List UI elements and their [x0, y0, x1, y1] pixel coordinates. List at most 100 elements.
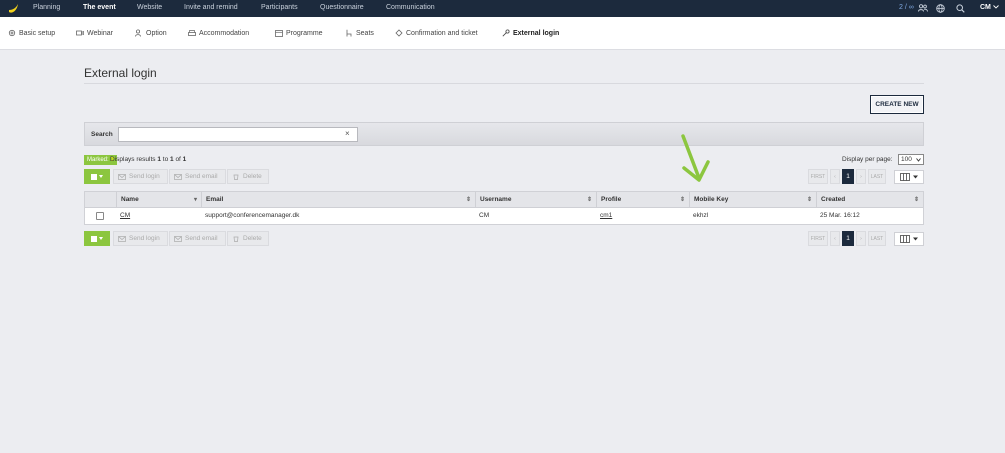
tab-option[interactable]: Option	[135, 29, 167, 37]
globe-icon[interactable]	[936, 4, 945, 13]
tab-webinar[interactable]: Webinar	[76, 29, 113, 37]
caret-down-icon	[99, 175, 103, 178]
nav-website[interactable]: Website	[137, 4, 162, 11]
prev-page-button[interactable]: ‹	[830, 169, 840, 184]
send-email-label: Send email	[185, 173, 218, 180]
table-header: Name ▾ Email ⇕ Username ⇕ Profile ⇕ Mobile K…	[85, 192, 923, 208]
envelope-icon	[174, 235, 182, 242]
search-input[interactable]	[118, 127, 358, 142]
current-page[interactable]: 1	[842, 169, 854, 184]
ticket-icon	[395, 29, 403, 37]
send-login-label: Send login	[129, 235, 160, 242]
results-to: 1	[170, 156, 174, 163]
tab-programme[interactable]: Programme	[275, 29, 323, 37]
nav-invite-and-remind[interactable]: Invite and remind	[184, 4, 238, 11]
send-login-button[interactable]: Send login	[113, 169, 168, 184]
sort-icon: ⇕	[586, 197, 592, 203]
current-page[interactable]: 1	[842, 231, 854, 246]
delete-button[interactable]: Delete	[227, 169, 269, 184]
next-page-button[interactable]: ›	[856, 231, 866, 246]
header-profile[interactable]: Profile ⇕	[596, 192, 689, 208]
users-icon[interactable]	[918, 4, 928, 12]
select-all-dropdown[interactable]	[84, 169, 110, 184]
table-row[interactable]: CM support@conferencemanager.dk CM cm1 e…	[85, 208, 923, 224]
search-icon[interactable]	[956, 4, 965, 13]
cell-name[interactable]: CM	[116, 208, 130, 224]
prev-page-button[interactable]: ‹	[830, 231, 840, 246]
search-bar: Search ×	[84, 122, 924, 146]
top-navigation: Planning The event Website Invite and re…	[0, 0, 1005, 17]
tab-label: Option	[146, 29, 167, 37]
nav-communication[interactable]: Communication	[386, 4, 435, 11]
tab-external-login[interactable]: External login	[502, 29, 559, 37]
select-all-dropdown[interactable]	[84, 231, 110, 246]
header-username[interactable]: Username ⇕	[475, 192, 596, 208]
chevron-down-icon	[913, 237, 918, 241]
send-email-button[interactable]: Send email	[169, 169, 226, 184]
header-label: Email	[206, 196, 224, 203]
per-page-value: 100	[901, 156, 912, 163]
cell-created: 25 Mar. 16:12	[820, 212, 860, 219]
header-email[interactable]: Email ⇕	[201, 192, 475, 208]
nav-planning[interactable]: Planning	[33, 4, 60, 11]
delete-label: Delete	[243, 173, 262, 180]
caret-down-icon	[99, 237, 103, 240]
video-icon	[76, 30, 84, 36]
last-page-button[interactable]: LAST	[868, 169, 886, 184]
trash-icon	[233, 174, 239, 180]
tab-accommodation[interactable]: Accommodation	[188, 29, 249, 37]
tab-label: Basic setup	[19, 29, 56, 37]
results-total: 1	[182, 156, 187, 163]
first-page-button[interactable]: FIRST	[808, 231, 828, 246]
cell-mobile-key: ekhzl	[693, 212, 709, 219]
last-page-button[interactable]: LAST	[868, 231, 886, 246]
marked-label: Marked:	[87, 157, 109, 163]
seat-icon	[346, 29, 352, 37]
sort-icon: ⇕	[913, 197, 919, 203]
columns-icon	[900, 173, 910, 181]
header-name[interactable]: Name ▾	[116, 192, 201, 208]
nav-the-event[interactable]: The event	[83, 4, 116, 11]
banana-logo-icon[interactable]	[7, 3, 19, 14]
envelope-icon	[118, 235, 126, 242]
header-created[interactable]: Created ⇕	[816, 192, 923, 208]
first-page-button[interactable]: FIRST	[808, 169, 828, 184]
header-select	[85, 192, 116, 208]
chevron-down-icon	[993, 5, 999, 9]
cell-email: support@conferencemanager.dk	[205, 212, 300, 219]
sort-down-icon: ▾	[193, 197, 197, 203]
create-new-button[interactable]: CREATE NEW	[870, 95, 924, 114]
green-arrow-annotation-icon	[681, 134, 710, 182]
sub-navigation: Basic setup Webinar Option Accommodation…	[0, 17, 1005, 50]
sort-icon: ⇕	[465, 197, 471, 203]
header-mobile-key[interactable]: Mobile Key ⇕	[689, 192, 816, 208]
results-to-word: to	[162, 156, 169, 163]
top-toolbar: Send login Send email Delete FIRST ‹ 1 ›…	[84, 169, 924, 184]
checkbox-icon	[91, 235, 97, 242]
tab-confirmation-and-ticket[interactable]: Confirmation and ticket	[395, 29, 478, 37]
tab-label: Accommodation	[199, 29, 250, 37]
cell-profile[interactable]: cm1	[596, 208, 612, 224]
send-email-button[interactable]: Send email	[169, 231, 226, 246]
tab-label: Confirmation and ticket	[406, 29, 478, 37]
column-chooser-button[interactable]	[894, 232, 924, 246]
row-checkbox[interactable]	[96, 212, 104, 220]
tab-seats[interactable]: Seats	[345, 29, 374, 37]
per-page-select[interactable]: 100	[898, 154, 924, 165]
header-label: Profile	[601, 196, 622, 203]
column-chooser-button[interactable]	[894, 170, 924, 184]
clear-search-icon[interactable]: ×	[345, 130, 350, 138]
header-label: Mobile Key	[694, 196, 729, 203]
nav-participants[interactable]: Participants	[261, 4, 298, 11]
nav-questionnaire[interactable]: Questionnaire	[320, 4, 364, 11]
sort-icon: ⇕	[806, 197, 812, 203]
send-login-button[interactable]: Send login	[113, 231, 168, 246]
tab-label: External login	[513, 29, 560, 37]
bottom-toolbar: Send login Send email Delete FIRST ‹ 1 ›…	[84, 231, 924, 246]
delete-button[interactable]: Delete	[227, 231, 269, 246]
tab-basic-setup[interactable]: Basic setup	[8, 29, 55, 37]
next-page-button[interactable]: ›	[856, 169, 866, 184]
envelope-icon	[174, 173, 182, 180]
user-menu[interactable]: CM	[980, 4, 999, 11]
cell-username: CM	[479, 212, 490, 219]
